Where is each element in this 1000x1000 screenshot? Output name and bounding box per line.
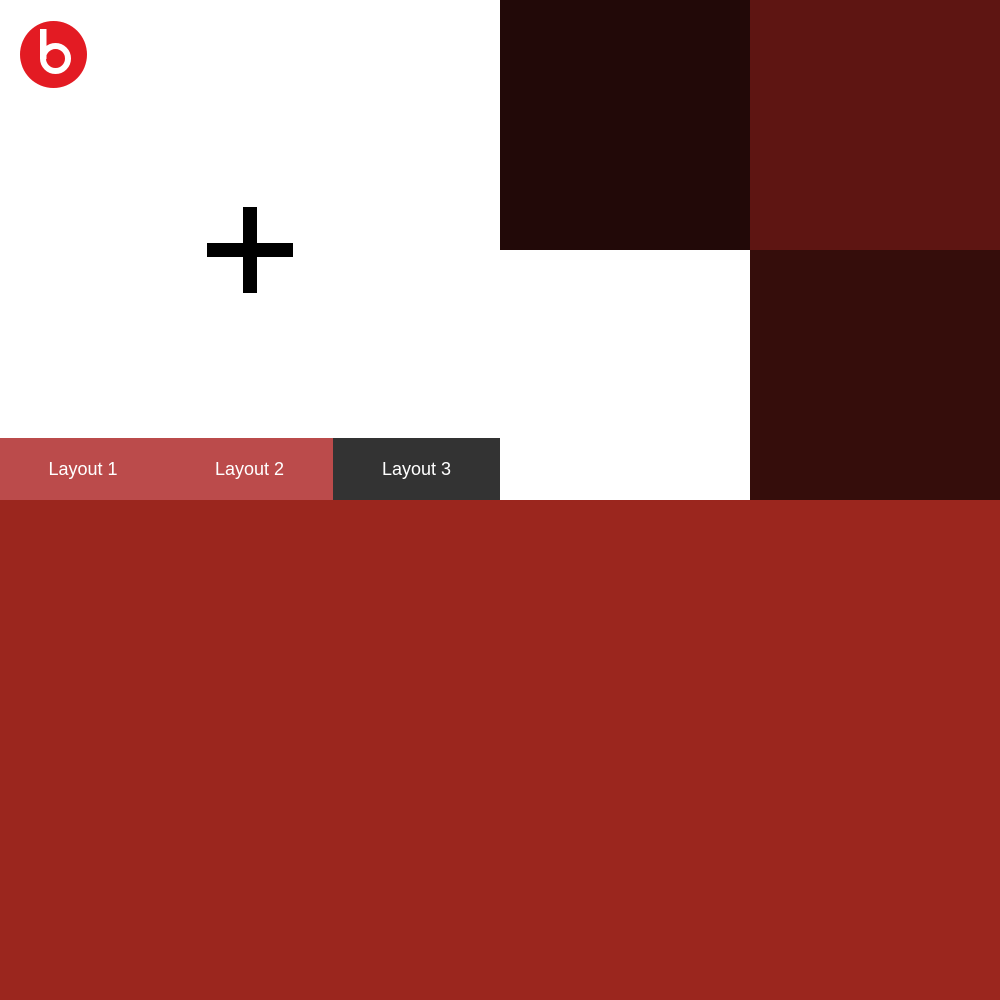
layout-tabs: Layout 1 Layout 2 Layout 3 xyxy=(0,438,500,500)
color-tile-deep-maroon[interactable] xyxy=(750,250,1000,500)
tab-label: Layout 2 xyxy=(214,458,285,479)
tab-layout-3[interactable]: Layout 3 xyxy=(333,438,500,500)
tab-label: Layout 3 xyxy=(381,458,452,479)
beats-logo-icon xyxy=(20,21,87,88)
color-tile-red[interactable] xyxy=(0,500,1000,1000)
color-tile-white[interactable] xyxy=(500,250,750,500)
tab-layout-1[interactable]: Layout 1 xyxy=(0,438,166,500)
editor-panel: Layout 1 Layout 2 Layout 3 xyxy=(0,0,500,500)
color-tile-burgundy[interactable] xyxy=(750,0,1000,250)
color-tile-dark-maroon[interactable] xyxy=(500,0,750,250)
tab-layout-2[interactable]: Layout 2 xyxy=(166,438,333,500)
page: Layout 1 Layout 2 Layout 3 xyxy=(0,0,1000,1000)
add-layout-button[interactable] xyxy=(205,205,295,295)
plus-icon xyxy=(207,207,293,293)
tab-label: Layout 1 xyxy=(48,458,118,479)
